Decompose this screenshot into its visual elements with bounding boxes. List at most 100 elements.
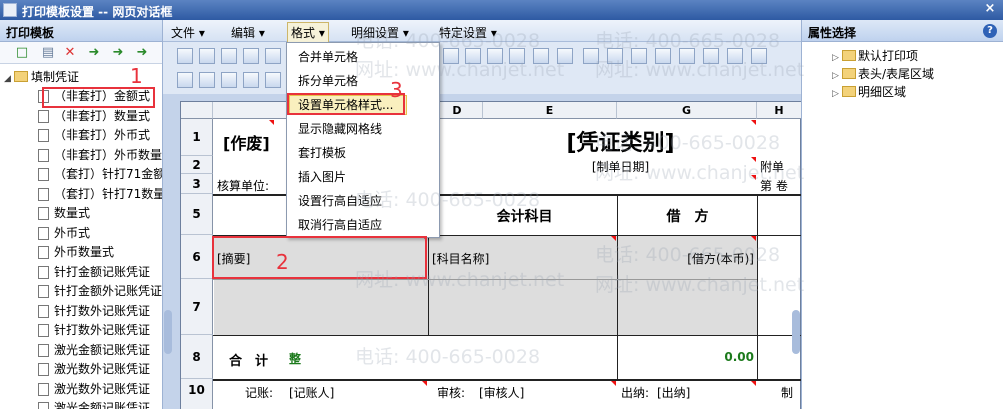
menu-split-cells[interactable]: 拆分单元格 [298, 71, 358, 91]
tree-item[interactable]: 激光金额记账凭证 [0, 399, 162, 409]
picture-icon[interactable] [243, 72, 259, 88]
debit-field[interactable]: [借方(本币)] [618, 250, 754, 267]
menu-detail-settings[interactable]: 明细设置 ▾ [351, 24, 409, 41]
align-center-icon[interactable] [443, 48, 459, 64]
row-header-6[interactable]: 6 [181, 235, 213, 279]
grid-split-icon[interactable] [199, 72, 215, 88]
row-icon[interactable] [631, 48, 647, 64]
grid-small-icon[interactable] [177, 72, 193, 88]
subject-name-field[interactable]: [科目名称] [432, 250, 489, 267]
booker-field[interactable]: [记账人] [289, 384, 334, 401]
window-icon[interactable] [265, 72, 281, 88]
account-subject-header[interactable]: 会计科目 [432, 206, 617, 226]
row-header-3[interactable]: 3 [181, 174, 213, 194]
row-header-5[interactable]: 5 [181, 194, 213, 235]
copy-icon[interactable] [703, 48, 719, 64]
image-icon[interactable] [221, 48, 237, 64]
align-right-icon[interactable] [465, 48, 481, 64]
tree-item[interactable]: （套打）针打71数量式 [0, 185, 162, 205]
debit-header[interactable]: 借 方 [618, 206, 757, 226]
menu-merge-cells[interactable]: 合并单元格 [298, 47, 358, 67]
total-amount[interactable]: 0.00 [618, 350, 754, 364]
voucher-date-field[interactable]: [制单日期] [483, 158, 758, 175]
tree-item[interactable]: 外币数量式 [0, 243, 162, 263]
menu-insert-image[interactable]: 插入图片 [298, 167, 346, 187]
menu-file[interactable]: 文件 ▾ [171, 24, 205, 41]
open-icon[interactable] [177, 48, 193, 64]
row-header-2[interactable]: 2 [181, 156, 213, 174]
left-splitter-handle[interactable] [164, 310, 172, 354]
row-header-7[interactable]: 7 [181, 279, 213, 335]
page-icon[interactable] [655, 48, 671, 64]
indent-icon[interactable] [487, 48, 503, 64]
tree-item[interactable]: 针打数外记账凭证 [0, 302, 162, 322]
template-toolbar: □ ▤ ✕ ➜ ➜ ➜ [0, 42, 162, 64]
cashier-field[interactable]: [出纳] [657, 384, 690, 401]
cell-marker [611, 381, 616, 386]
cell-marker [611, 236, 616, 241]
close-icon[interactable]: × [983, 2, 997, 16]
voucher-type-title[interactable]: [凭证类别] [483, 125, 758, 157]
column-header-g[interactable]: G [617, 102, 757, 119]
annotation-number-2: 2 [276, 250, 289, 274]
tree-item[interactable]: （非套打）数量式 [0, 107, 162, 127]
import-template-icon[interactable]: ➜ [86, 45, 102, 61]
cells-icon[interactable] [221, 72, 237, 88]
tree-item[interactable]: 激光数外记账凭证 [0, 360, 162, 380]
booker-label: 记账: [245, 386, 274, 400]
row-header-8[interactable]: 8 [181, 335, 213, 379]
folder-icon [842, 86, 856, 97]
cell-marker [751, 236, 756, 241]
expand-icon[interactable]: ▷ [832, 85, 842, 103]
right-splitter-handle[interactable] [792, 310, 800, 354]
pencil-icon[interactable] [727, 48, 743, 64]
folder-icon [14, 71, 28, 82]
row-header-1[interactable]: 1 [181, 119, 213, 156]
void-field[interactable]: [作废] [223, 130, 270, 154]
menu-overprint-template[interactable]: 套打模板 [298, 143, 346, 163]
tree-item[interactable]: （非套打）外币数量式 [0, 146, 162, 166]
tree-item[interactable]: 针打数外记账凭证 [0, 321, 162, 341]
auditor-field[interactable]: [审核人] [479, 384, 524, 401]
page-setup-icon[interactable] [679, 48, 695, 64]
grid-icon[interactable] [583, 48, 599, 64]
tree-item[interactable]: 数量式 [0, 204, 162, 224]
total-label: 合 计 [229, 354, 269, 369]
property-item-default-print[interactable]: ▷ 默认打印项 [832, 47, 918, 65]
save-icon[interactable] [199, 48, 215, 64]
copy-template-icon[interactable]: ➜ [134, 45, 150, 61]
tree-item[interactable]: （非套打）外币式 [0, 126, 162, 146]
outdent-icon[interactable] [509, 48, 525, 64]
stamp-icon[interactable] [751, 48, 767, 64]
merge-icon[interactable] [533, 48, 549, 64]
new-template-icon[interactable]: □ [14, 45, 30, 61]
help-icon[interactable]: ? [983, 24, 997, 38]
tree-item[interactable]: 外币式 [0, 224, 162, 244]
menu-cancel-auto-row-height[interactable]: 取消行高自适应 [298, 215, 382, 235]
save-template-icon[interactable]: ▤ [40, 45, 56, 61]
column-header-e[interactable]: E [483, 102, 617, 119]
property-item-detail-area[interactable]: ▷ 明细区域 [832, 83, 906, 101]
print-icon[interactable] [265, 48, 281, 64]
volume-label: 第 卷 [760, 179, 788, 193]
tree-item[interactable]: 针打金额记账凭证 [0, 263, 162, 283]
menu-edit[interactable]: 编辑 ▾ [231, 24, 265, 41]
menu-toggle-gridlines[interactable]: 显示隐藏网格线 [298, 119, 382, 139]
export-template-icon[interactable]: ➜ [110, 45, 126, 61]
total-amount-words[interactable]: 整 [289, 350, 301, 367]
preview-icon[interactable] [243, 48, 259, 64]
delete-template-icon[interactable]: ✕ [62, 45, 78, 61]
property-item-header-footer[interactable]: ▷ 表头/表尾区域 [832, 65, 934, 83]
row-header-10[interactable]: 10 [181, 379, 213, 409]
tree-item[interactable]: 激光金额记账凭证 [0, 341, 162, 361]
menu-format[interactable]: 格式 ▾ [287, 22, 329, 43]
split-icon[interactable] [557, 48, 573, 64]
tree-item[interactable]: 针打金额外记账凭证 [0, 282, 162, 302]
table-icon[interactable] [607, 48, 623, 64]
menu-specific-settings[interactable]: 特定设置 ▾ [439, 24, 497, 41]
column-header-h[interactable]: H [757, 102, 801, 119]
menu-auto-row-height[interactable]: 设置行高自适应 [298, 191, 382, 211]
property-panel-title-text: 属性选择 [808, 26, 857, 40]
tree-item[interactable]: （套打）针打71金额式 [0, 165, 162, 185]
tree-item[interactable]: 激光数外记账凭证 [0, 380, 162, 400]
